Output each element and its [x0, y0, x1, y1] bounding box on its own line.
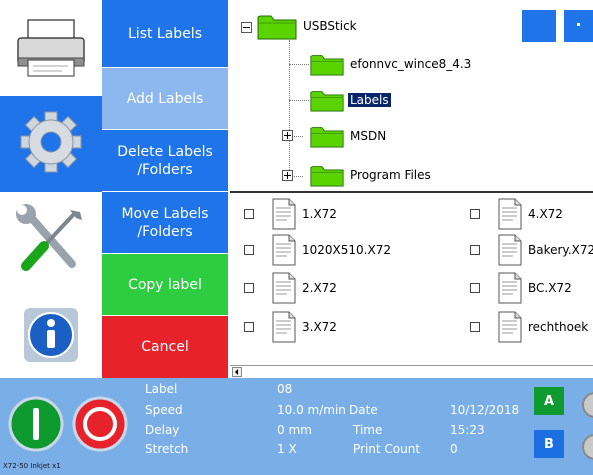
document-icon	[272, 198, 296, 230]
start-button[interactable]	[8, 396, 64, 452]
tools-tab[interactable]	[0, 192, 102, 289]
tree-node-root[interactable]: USBStick	[257, 12, 359, 40]
settings-tab[interactable]	[0, 96, 102, 193]
list-item[interactable]: 2.X72	[244, 271, 337, 305]
folder-icon	[310, 127, 344, 148]
file-checkbox[interactable]	[244, 245, 254, 255]
stretch-key: Stretch	[145, 442, 189, 456]
tree-node-program-files[interactable]: Program Files	[310, 161, 433, 189]
document-icon	[498, 234, 522, 266]
add-labels-button[interactable]: Add Labels	[102, 68, 228, 130]
list-item[interactable]: 4.X72	[470, 197, 563, 231]
move-labels-button[interactable]: Move Labels /Folders	[102, 192, 228, 254]
collapse-icon[interactable]	[241, 22, 252, 33]
print-count-key: Print Count	[353, 442, 421, 456]
expand-icon[interactable]	[282, 130, 293, 141]
tree-node-label: Program Files	[350, 168, 431, 182]
tree-action-button-1[interactable]	[522, 10, 556, 42]
cancel-button[interactable]: Cancel	[102, 316, 228, 378]
tree-node-efonnvc[interactable]: efonnvc_wince8_4.3	[310, 50, 473, 78]
file-checkbox[interactable]	[244, 322, 254, 332]
icon-rail	[0, 0, 102, 378]
file-name: 4.X72	[528, 207, 563, 221]
delay-value: 0 mm	[277, 423, 312, 437]
speed-key: Speed	[145, 403, 183, 417]
label-value: 08	[277, 382, 293, 396]
document-icon	[272, 234, 296, 266]
printer-tab[interactable]	[0, 0, 102, 97]
folder-icon	[310, 55, 344, 76]
document-icon	[272, 311, 296, 343]
gear-icon	[20, 111, 82, 173]
scroll-left-icon[interactable]	[232, 367, 242, 377]
list-item[interactable]: 3.X72	[244, 310, 337, 344]
list-item[interactable]: 1.X72	[244, 197, 337, 231]
file-checkbox[interactable]	[244, 209, 254, 219]
tools-icon	[16, 204, 82, 271]
expand-icon[interactable]	[282, 170, 293, 181]
horizontal-scrollbar[interactable]	[230, 365, 593, 378]
action-menu: List Labels Add Labels Delete Labels /Fo…	[102, 0, 228, 378]
file-name: 1020X510.X72	[302, 243, 391, 257]
document-icon	[498, 311, 522, 343]
device-model: X72-50 Inkjet x1	[3, 462, 61, 470]
printer-icon	[17, 19, 85, 77]
tree-node-msdn[interactable]: MSDN	[310, 122, 388, 150]
list-labels-button[interactable]: List Labels	[102, 0, 228, 68]
delete-labels-button[interactable]: Delete Labels /Folders	[102, 130, 228, 192]
label-key: Label	[145, 382, 178, 396]
tree-node-labels[interactable]: Labels	[310, 86, 391, 114]
tree-action-button-2[interactable]	[564, 10, 593, 42]
folder-tree: USBStick efonnvc_wince8_4.3 Labels MSDN …	[230, 0, 593, 193]
dot-icon	[577, 23, 580, 26]
info-icon	[24, 308, 78, 362]
document-icon	[272, 272, 296, 304]
info-tab[interactable]	[0, 288, 102, 378]
head-a-button[interactable]: A	[534, 387, 564, 415]
file-name: 1.X72	[302, 207, 337, 221]
print-count-value: 0	[450, 442, 458, 456]
date-key: Date	[349, 403, 378, 417]
knob-icon	[582, 434, 593, 460]
head-b-button[interactable]: B	[534, 430, 564, 458]
folder-icon	[310, 166, 344, 187]
file-checkbox[interactable]	[470, 322, 480, 332]
file-name: rechthoek	[528, 320, 589, 334]
file-list: 1.X72 1020X510.X72 2.X72 3.X72 4.X72 Bak…	[230, 195, 593, 365]
file-name: 3.X72	[302, 320, 337, 334]
tree-node-label: MSDN	[350, 129, 387, 143]
file-checkbox[interactable]	[470, 209, 480, 219]
document-icon	[498, 198, 522, 230]
folder-icon	[310, 91, 344, 112]
folder-icon	[257, 15, 297, 40]
file-checkbox[interactable]	[470, 283, 480, 293]
file-name: BC.X72	[528, 281, 572, 295]
delay-key: Delay	[145, 423, 180, 437]
list-item[interactable]: BC.X72	[470, 271, 572, 305]
stretch-value: 1 X	[277, 442, 297, 456]
knob-icon	[582, 392, 593, 418]
list-item[interactable]: Bakery.X72	[470, 233, 593, 267]
tree-node-label: Labels	[348, 93, 391, 107]
stop-button[interactable]	[72, 396, 128, 452]
time-key: Time	[353, 423, 383, 437]
status-bar: Label 08 Speed 10.0 m/min Date 10/12/201…	[0, 378, 593, 475]
file-checkbox[interactable]	[470, 245, 480, 255]
speed-value: 10.0 m/min	[277, 403, 346, 417]
tree-node-label: USBStick	[303, 19, 357, 33]
list-item[interactable]: rechthoek	[470, 310, 588, 344]
document-icon	[498, 272, 522, 304]
file-name: Bakery.X72	[528, 243, 593, 257]
list-item[interactable]: 1020X510.X72	[244, 233, 391, 267]
copy-label-button[interactable]: Copy label	[102, 254, 228, 316]
file-name: 2.X72	[302, 281, 337, 295]
date-value: 10/12/2018	[450, 403, 520, 417]
file-checkbox[interactable]	[244, 283, 254, 293]
tree-node-label: efonnvc_wince8_4.3	[350, 57, 472, 71]
time-value: 15:23	[450, 423, 485, 437]
